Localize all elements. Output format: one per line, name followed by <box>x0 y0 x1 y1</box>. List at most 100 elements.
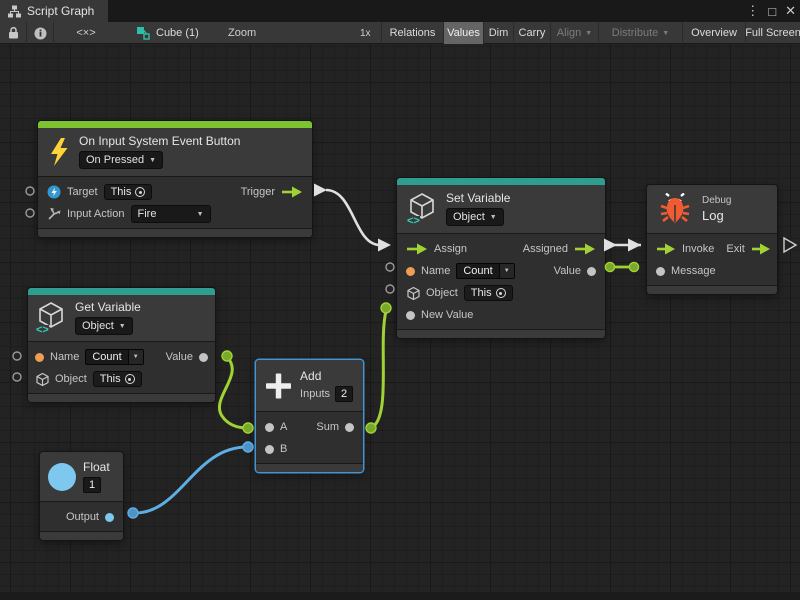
invoke-port-row: Invoke Exit <box>647 238 777 260</box>
message-port-row: Message <box>647 260 777 282</box>
chevron-down-icon: ▼ <box>499 264 514 278</box>
node-title: On Input System Event Button <box>79 134 240 148</box>
trigger-output-port[interactable] <box>281 186 303 198</box>
info-button[interactable] <box>26 22 53 44</box>
graph-icon <box>7 4 21 18</box>
assign-input-port[interactable] <box>406 243 428 255</box>
assigned-output-port[interactable] <box>574 243 596 255</box>
event-accent-bar <box>38 121 312 128</box>
variable-name-dropdown[interactable]: Count ▼ <box>456 263 514 279</box>
node-footer <box>397 329 605 338</box>
node-debug-log[interactable]: Debug Log Invoke Exit Message <box>647 185 777 294</box>
overview-button[interactable]: Overview <box>682 22 745 44</box>
node-footer <box>28 393 215 402</box>
more-icon[interactable]: ⋮ <box>746 3 759 19</box>
carry-button[interactable]: Carry <box>513 22 550 44</box>
node-footer <box>256 463 363 472</box>
sum-output-port[interactable] <box>345 423 354 432</box>
lightning-icon <box>48 137 70 167</box>
value-label: Value <box>554 265 581 277</box>
output-label: Output <box>66 511 99 523</box>
assign-port-row: Assign Assigned <box>397 238 605 260</box>
variable-cube-icon: <> <box>36 302 66 334</box>
zoom-value: 1x <box>360 22 371 44</box>
output-port[interactable] <box>105 513 114 522</box>
tab-label: Script Graph <box>27 4 94 18</box>
event-mode-dropdown[interactable]: On Pressed ▼ <box>79 151 163 169</box>
chevron-down-icon: ▼ <box>585 30 592 37</box>
object-cube-icon <box>35 372 49 386</box>
dim-button[interactable]: Dim <box>483 22 513 44</box>
float-value-field[interactable]: 1 <box>83 477 101 493</box>
lock-icon <box>8 27 19 39</box>
object-this-button[interactable]: This <box>464 285 513 301</box>
target-this-button[interactable]: This <box>104 184 153 200</box>
object-cube-icon <box>406 286 420 300</box>
chevron-down-icon: ▼ <box>490 214 497 221</box>
input-action-dropdown[interactable]: Fire ▼ <box>131 205 211 223</box>
new-value-label: New Value <box>421 309 473 321</box>
node-add[interactable]: Add Inputs 2 A Sum B <box>256 360 363 472</box>
inputs-label: Inputs <box>300 388 330 400</box>
value-output-port[interactable] <box>199 353 208 362</box>
values-button[interactable]: Values <box>443 22 483 44</box>
node-set-variable[interactable]: <> Set Variable Object ▼ Assign Assigned <box>397 178 605 338</box>
a-port-row: A Sum <box>256 416 363 438</box>
lock-button[interactable] <box>0 22 26 44</box>
close-icon[interactable]: ✕ <box>785 3 796 19</box>
name-input-port[interactable] <box>35 353 44 362</box>
object-label: Object <box>55 373 87 385</box>
object-port-row: Object This <box>397 282 605 304</box>
node-get-variable[interactable]: <> Get Variable Object ▼ Name Count ▼ Va… <box>28 288 215 402</box>
maximize-icon[interactable]: □ <box>768 4 776 19</box>
a-input-port[interactable] <box>265 423 274 432</box>
variable-name-dropdown[interactable]: Count ▼ <box>85 349 143 365</box>
object-this-button[interactable]: This <box>93 371 142 387</box>
invoke-input-port[interactable] <box>656 243 676 255</box>
chevron-down-icon: ▼ <box>119 323 126 330</box>
value-output-port[interactable] <box>587 267 596 276</box>
relations-button[interactable]: Relations <box>381 22 443 44</box>
target-label: Target <box>67 186 98 198</box>
input-action-label: Input Action <box>67 208 125 220</box>
align-button[interactable]: Align▼ <box>550 22 598 44</box>
distribute-button[interactable]: Distribute▼ <box>598 22 682 44</box>
inputs-count-field[interactable]: 2 <box>335 386 353 402</box>
variable-cube-icon: <> <box>407 193 437 225</box>
exit-output-port[interactable] <box>751 243 771 255</box>
message-input-port[interactable] <box>656 267 665 276</box>
name-port-row: Name Count ▼ Value <box>28 346 215 368</box>
node-on-input-system-event-button[interactable]: On Input System Event Button On Pressed … <box>38 121 312 237</box>
chevron-down-icon: ▼ <box>662 30 669 37</box>
node-float-literal[interactable]: Float 1 Output <box>40 452 123 540</box>
assign-label: Assign <box>434 243 467 255</box>
b-port-row: B <box>256 438 363 460</box>
output-port-row: Output <box>40 506 123 528</box>
node-category: Debug <box>702 195 731 206</box>
b-input-port[interactable] <box>265 445 274 454</box>
tab-script-graph[interactable]: Script Graph <box>0 0 108 22</box>
info-icon <box>34 27 47 40</box>
chevron-down-icon: ▼ <box>149 157 156 164</box>
chevron-down-icon: ▼ <box>197 211 204 218</box>
variable-accent-bar <box>28 288 215 295</box>
tab-bar: Script Graph ⋮ □ ✕ <box>0 0 800 22</box>
new-value-input-port[interactable] <box>406 311 415 320</box>
full-screen-button[interactable]: Full Screen <box>745 22 800 44</box>
variable-kind-dropdown[interactable]: Object ▼ <box>75 317 133 335</box>
script-machine-icon <box>136 26 150 40</box>
graph-target: Cube (1) <box>136 22 199 44</box>
name-label: Name <box>421 265 450 277</box>
trigger-label: Trigger <box>241 186 275 198</box>
unity-script-graph-window: Script Graph ⋮ □ ✕ <×> <box>0 0 800 600</box>
name-input-port[interactable] <box>406 267 415 276</box>
target-name-label[interactable]: Cube (1) <box>156 27 199 39</box>
input-action-asset-icon <box>47 185 61 199</box>
code-icon: <×> <box>76 27 95 39</box>
input-action-port-row: Input Action Fire ▼ <box>38 203 312 225</box>
code-view-button[interactable]: <×> <box>53 22 118 44</box>
bullseye-icon <box>125 374 135 384</box>
sum-label: Sum <box>316 421 339 433</box>
graph-toolbar: <×> Cube (1) Zoom 1x Relations Values Di… <box>0 22 800 44</box>
variable-kind-dropdown[interactable]: Object ▼ <box>446 208 504 226</box>
